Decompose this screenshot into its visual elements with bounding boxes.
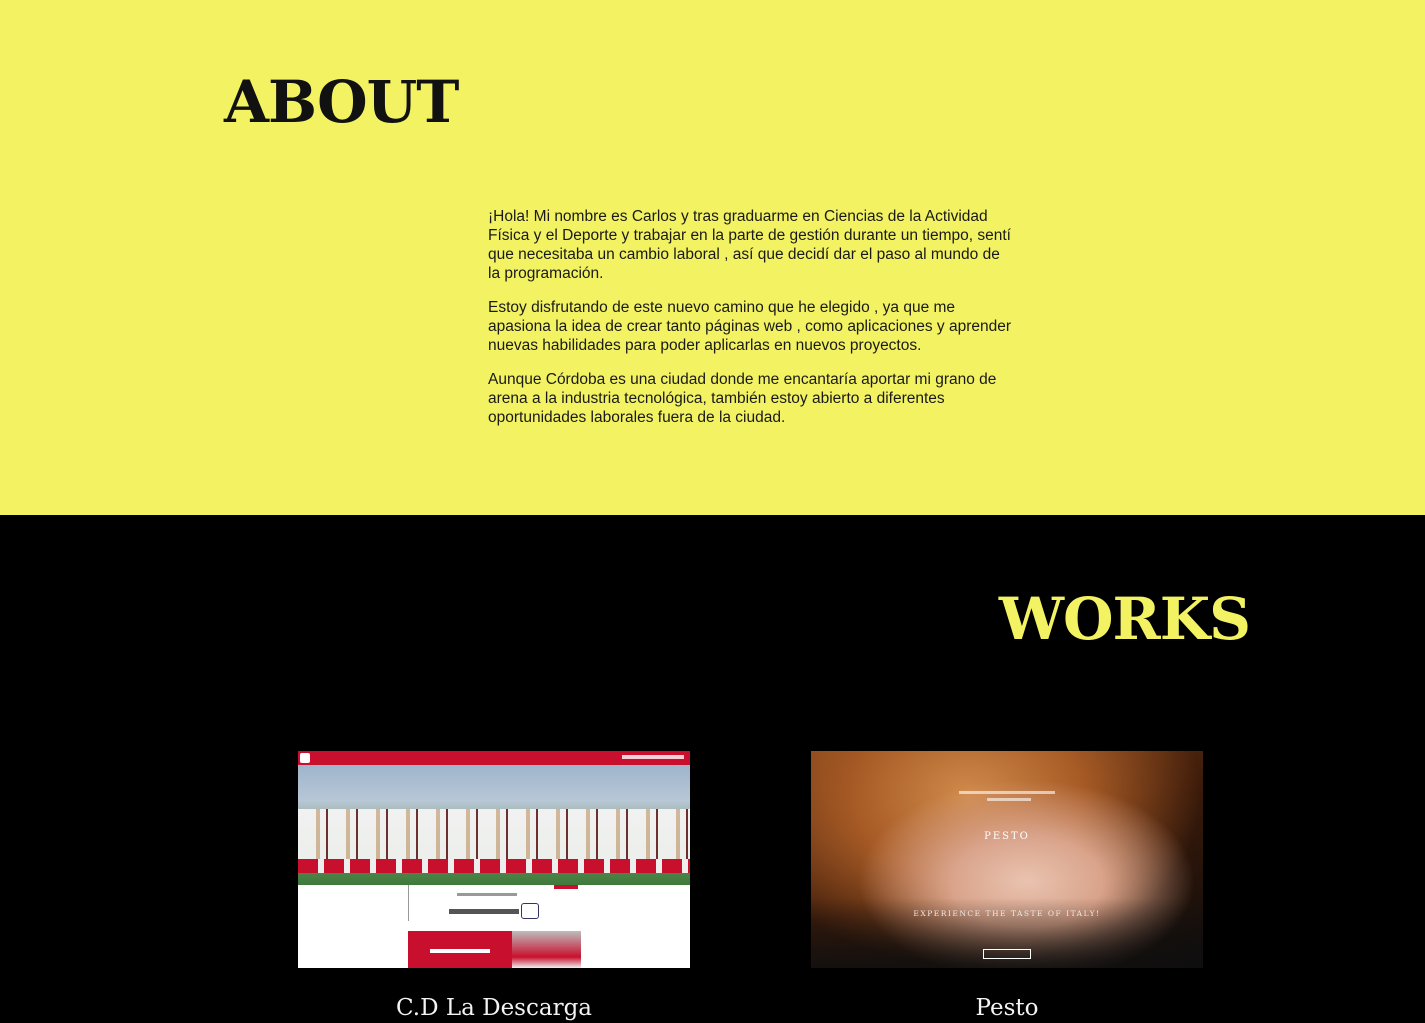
project-thumbnail-pesto[interactable]: PESTO EXPERIENCE THE TASTE OF ITALY! [811, 751, 1203, 968]
club-logo-icon [300, 753, 310, 763]
about-paragraph-1: ¡Hola! Mi nombre es Carlos y tras gradua… [488, 208, 1011, 282]
project-card-pesto[interactable]: PESTO EXPERIENCE THE TASTE OF ITALY! Pes… [811, 751, 1203, 1021]
about-text: ¡Hola! Mi nombre es Carlos y tras gradua… [488, 207, 1013, 442]
works-title: WORKS [998, 585, 1251, 653]
project-title-pesto[interactable]: Pesto [811, 993, 1203, 1023]
team-front-row [298, 859, 690, 873]
pesto-tagline: EXPERIENCE THE TASTE OF ITALY! [913, 909, 1101, 918]
project-card-la-descarga[interactable]: C.D La Descarga [298, 751, 690, 1021]
pesto-logo: PESTO [984, 831, 1030, 842]
pesto-cta-button [983, 949, 1031, 959]
sponsor-badge-icon [521, 903, 539, 919]
project-title-la-descarga[interactable]: C.D La Descarga [298, 993, 690, 1023]
champions-photo [512, 931, 581, 968]
restaurant-address [959, 791, 1055, 794]
thumbnail-nav-links [622, 755, 684, 759]
project-thumbnail-la-descarga[interactable] [298, 751, 690, 968]
about-title: ABOUT [224, 68, 459, 136]
works-section: WORKS C.D La Descarga PESTO EXPERIENCE T… [0, 515, 1425, 1022]
about-paragraph-3: Aunque Córdoba es una ciudad donde me en… [488, 371, 997, 426]
about-section: ABOUT ¡Hola! Mi nombre es Carlos y tras … [0, 0, 1425, 515]
season-banner [408, 931, 512, 968]
sponsor-block [408, 885, 580, 921]
thumbnail-navbar [298, 751, 690, 765]
about-paragraph-2: Estoy disfrutando de este nuevo camino q… [488, 299, 1012, 354]
